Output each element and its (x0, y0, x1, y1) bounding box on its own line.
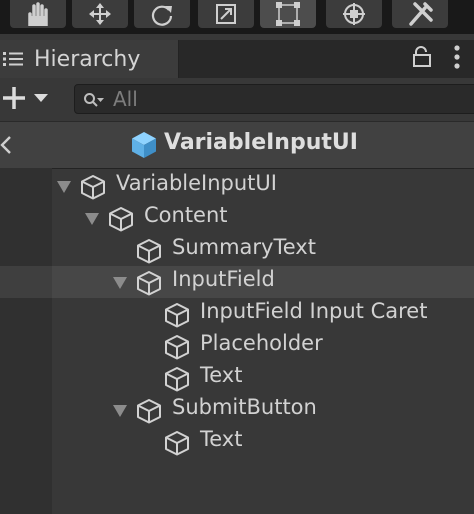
rotate-icon (151, 5, 173, 26)
hand-icon (28, 2, 48, 26)
rect-transform-icon (276, 2, 300, 26)
gameobject-cube-icon (165, 367, 189, 392)
lock-icon[interactable] (412, 46, 432, 68)
tree-row[interactable]: SubmitButton (0, 394, 474, 426)
add-object-dropdown[interactable] (0, 83, 56, 113)
tree-row[interactable]: Content (0, 202, 474, 234)
gameobject-cube-icon (165, 335, 189, 360)
transform-tool-button[interactable] (326, 0, 382, 28)
expand-arrow-down-icon[interactable] (112, 404, 128, 418)
gameobject-cube-icon (109, 207, 133, 232)
tools-icon (409, 2, 433, 26)
tree-row[interactable]: InputField (0, 266, 474, 298)
prefab-title: VariableInputUI (164, 130, 358, 155)
prefab-cube-icon (132, 132, 156, 158)
expand-arrow-down-icon[interactable] (84, 212, 100, 226)
custom-tool-button[interactable] (392, 0, 448, 28)
prefab-scene-header: VariableInputUI (0, 121, 474, 169)
tree-row-label: Placeholder (200, 331, 323, 355)
rotate-tool-button[interactable] (134, 0, 190, 28)
tree-row[interactable]: Placeholder (0, 330, 474, 362)
rect-tool-button[interactable] (260, 0, 316, 28)
gameobject-cube-icon (137, 239, 161, 264)
tree-row-label: InputField Input Caret (200, 299, 428, 323)
move-icon (89, 3, 111, 25)
move-tool-button[interactable] (72, 0, 128, 28)
search-placeholder: All (113, 87, 138, 111)
tree-row-label: Text (200, 427, 243, 451)
gameobject-cube-icon (165, 303, 189, 328)
hand-tool-button[interactable] (10, 0, 66, 28)
gameobject-cube-icon (137, 271, 161, 296)
gameobject-cube-icon (81, 175, 105, 200)
tree-row[interactable]: Text (0, 426, 474, 458)
expand-arrow-down-icon[interactable] (56, 180, 72, 194)
tree-row-label: InputField (172, 267, 275, 291)
back-arrow-icon[interactable] (0, 135, 14, 155)
search-input[interactable]: All (74, 84, 474, 114)
scene-tools-toolbar (0, 0, 474, 34)
expand-arrow-down-icon[interactable] (112, 276, 128, 290)
selected-row-gutter (0, 266, 52, 298)
transform-icon (343, 3, 365, 25)
search-icon (84, 93, 104, 107)
tree-row-label: Text (200, 363, 243, 387)
list-icon (3, 52, 23, 66)
tree-row-label: Content (144, 203, 228, 227)
scale-tool-button[interactable] (198, 0, 254, 28)
tree-row-label: VariableInputUI (116, 171, 277, 195)
tree-row[interactable]: InputField Input Caret (0, 298, 474, 330)
gameobject-cube-icon (165, 431, 189, 456)
tab-hierarchy[interactable]: Hierarchy (0, 40, 179, 78)
tree-row-label: SubmitButton (172, 395, 317, 419)
more-options-icon[interactable] (452, 44, 462, 70)
tree-row[interactable]: VariableInputUI (0, 170, 474, 202)
tree-row[interactable]: SummaryText (0, 234, 474, 266)
tab-label: Hierarchy (34, 47, 141, 72)
tree-row[interactable]: Text (0, 362, 474, 394)
gameobject-cube-icon (137, 399, 161, 424)
tree-row-label: SummaryText (172, 235, 316, 259)
scale-icon (216, 4, 236, 24)
